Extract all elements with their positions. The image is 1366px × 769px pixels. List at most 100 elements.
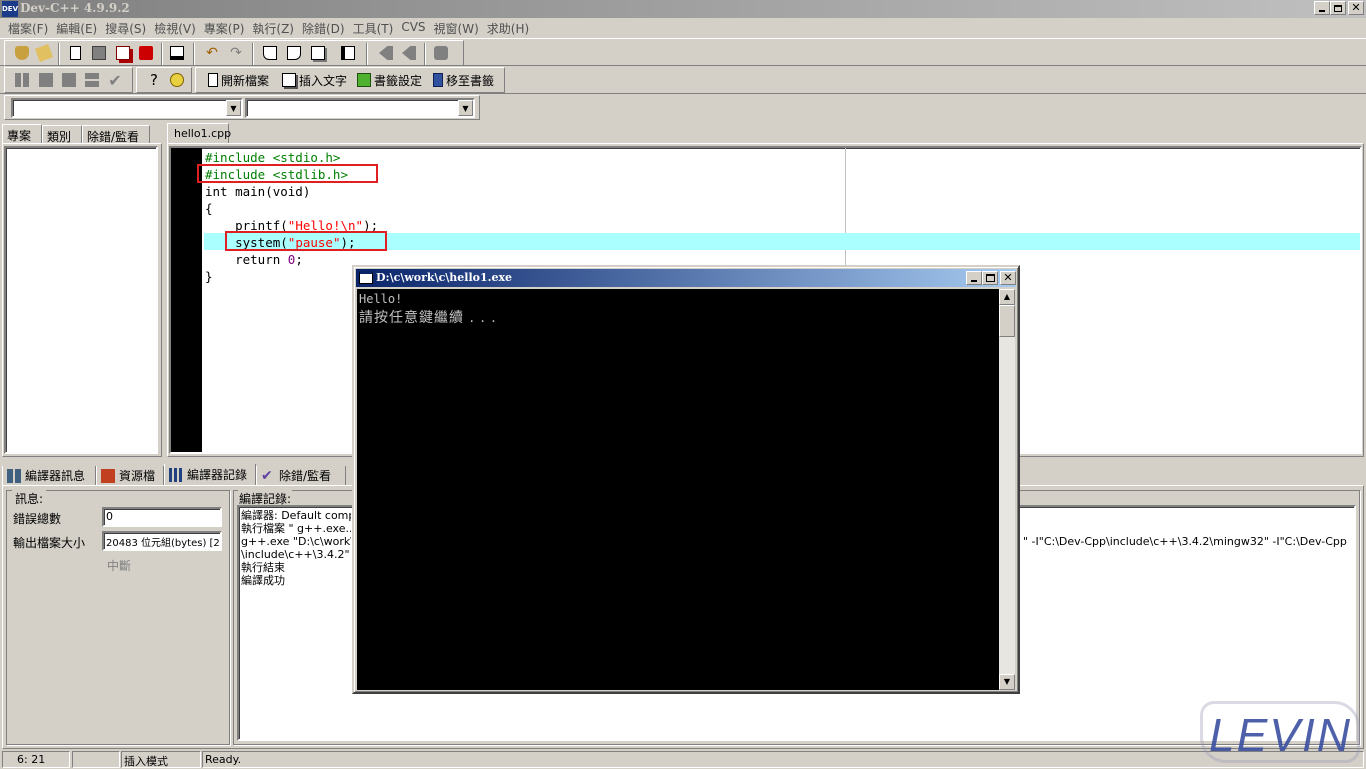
about-icon[interactable] — [166, 69, 188, 91]
help-icon[interactable]: ? — [143, 69, 165, 91]
redo-icon[interactable]: ↷ — [225, 42, 247, 64]
restore-button[interactable] — [1330, 1, 1346, 15]
log-line: 執行結束 — [241, 561, 285, 574]
minimize-icon — [971, 280, 977, 282]
print-icon[interactable] — [166, 42, 188, 64]
minimize-icon — [1319, 10, 1325, 12]
left-tab-2[interactable]: 除錯/監看 — [82, 125, 150, 144]
left-tab-1[interactable]: 類別 — [42, 125, 82, 144]
check-icon: ✔ — [261, 467, 273, 484]
editor-gutter — [171, 148, 202, 452]
restore-icon — [1334, 5, 1342, 12]
project-options-icon[interactable] — [430, 42, 452, 64]
scroll-down-button[interactable]: ▼ — [999, 674, 1015, 690]
menu-item-10[interactable]: 求助(H) — [483, 20, 533, 37]
save-icon[interactable] — [88, 42, 110, 64]
window-title: Dev-C++ 4.9.9.2 — [20, 1, 130, 15]
output-size-field[interactable]: 20483 位元組(bytes) [20 — [102, 531, 222, 551]
menu-item-6[interactable]: 除錯(D) — [298, 20, 349, 37]
rebuild-icon[interactable] — [81, 69, 103, 91]
errors-label: 錯誤總數 — [13, 512, 62, 526]
save-all-icon[interactable] — [112, 42, 134, 64]
annotation-box-stdlib — [197, 164, 378, 183]
menu-item-4[interactable]: 專案(P) — [200, 20, 249, 37]
menu-item-3[interactable]: 檢視(V) — [150, 20, 200, 37]
console-scrollbar[interactable]: ▲ ▼ — [999, 289, 1015, 690]
left-panel: 專案 類別 除錯/監看 — [0, 122, 164, 457]
open-file-icon[interactable] — [33, 42, 55, 64]
chevron-down-icon[interactable]: ▼ — [458, 100, 473, 116]
console-minimize-button[interactable] — [966, 271, 982, 285]
console-output[interactable]: Hello! 請按任意鍵繼續 . . . — [357, 289, 999, 690]
replace-icon[interactable] — [283, 42, 305, 64]
scroll-thumb[interactable] — [999, 305, 1015, 337]
close-button[interactable]: ✕ — [1348, 1, 1364, 15]
close-icon: ✕ — [1003, 271, 1013, 284]
minimize-button[interactable] — [1314, 1, 1330, 15]
bottom-tab-0[interactable]: 編譯器訊息 — [2, 466, 96, 486]
menu-item-2[interactable]: 搜尋(S) — [101, 20, 150, 37]
bottom-tab-3[interactable]: ✔ 除錯/監看 — [256, 466, 346, 486]
goto-bookmark-button[interactable]: 移至書籤 — [433, 69, 494, 91]
console-close-button[interactable]: ✕ — [1000, 271, 1016, 285]
find-next-icon[interactable] — [307, 42, 329, 64]
bottom-tab-2[interactable]: 編譯器記錄 — [164, 464, 256, 486]
status-text: Ready. — [202, 751, 1364, 768]
set-bookmark-button[interactable]: 書籤設定 — [357, 69, 422, 91]
abort-button[interactable]: 中斷 — [107, 557, 131, 574]
menu-item-0[interactable]: 檔案(F) — [4, 20, 52, 37]
log-line: \include\c++\3.4.2" -I" — [241, 548, 351, 561]
find-icon[interactable] — [259, 42, 281, 64]
new-file-button[interactable]: 開新檔案 — [208, 69, 269, 91]
menu-bar: 檔案(F) 編輯(E) 搜尋(S) 檢視(V) 專案(P) 執行(Z) 除錯(D) 工具(T)… — [0, 18, 1366, 38]
console-window[interactable]: D:\c\work\c\hello1.exe ✕ Hello! 請按任意鍵繼續 … — [352, 265, 1020, 694]
console-maximize-button[interactable] — [982, 271, 998, 285]
menu-item-9[interactable]: 視窗(W) — [430, 20, 483, 37]
compile-icon[interactable] — [11, 69, 33, 91]
errors-field[interactable]: 0 — [102, 507, 222, 527]
insert-mode: 插入模式 — [121, 751, 201, 768]
code-line: } — [205, 269, 213, 284]
bookmark-goto-icon — [433, 73, 443, 87]
log-line: g++.exe "D:\c\work\c\ — [241, 535, 351, 548]
remove-from-project-icon[interactable] — [398, 42, 420, 64]
log-line: 執行檔案 " g++.exe..." — [241, 522, 351, 535]
new-file-icon[interactable] — [64, 42, 86, 64]
bottom-tab-1[interactable]: 資源檔 — [96, 466, 164, 486]
menu-item-1[interactable]: 編輯(E) — [52, 20, 101, 37]
bars-icon — [169, 467, 183, 482]
menu-item-8[interactable]: CVS — [397, 20, 429, 37]
console-icon — [359, 271, 373, 284]
goto-line-icon[interactable] — [337, 42, 359, 64]
member-select[interactable]: ▼ — [245, 98, 475, 118]
status-bar: 6: 21 插入模式 Ready. — [0, 750, 1366, 768]
output-size-label: 輸出檔案大小 — [13, 536, 86, 550]
watermark-text: LEVIN — [1209, 709, 1352, 761]
menu-item-7[interactable]: 工具(T) — [349, 20, 398, 37]
scroll-up-button[interactable]: ▲ — [999, 289, 1015, 305]
menu-item-5[interactable]: 執行(Z) — [248, 20, 298, 37]
close-file-icon[interactable] — [135, 42, 157, 64]
maximize-icon — [986, 274, 995, 282]
check-syntax-icon[interactable]: ✔ — [104, 69, 126, 91]
left-tab-0[interactable]: 專案 — [2, 124, 42, 144]
open-project-icon[interactable] — [11, 42, 33, 64]
compile-run-icon[interactable] — [58, 69, 80, 91]
insert-text-button[interactable]: 插入文字 — [282, 69, 347, 91]
main-title-bar: DEV Dev-C++ 4.9.9.2 ✕ — [0, 0, 1366, 18]
messages-group: 訊息: 錯誤總數 0 輸出檔案大小 20483 位元組(bytes) [20 中… — [6, 490, 230, 745]
messages-group-label: 訊息: — [12, 490, 47, 507]
project-tree[interactable] — [4, 146, 158, 454]
add-to-project-icon[interactable] — [375, 42, 397, 64]
code-line: int main(void) — [205, 184, 311, 199]
tab-hello1-cpp[interactable]: hello1.cpp — [167, 123, 231, 144]
grid-icon — [7, 468, 21, 483]
toolbar-main: ↶ ↷ — [0, 38, 1366, 66]
run-icon[interactable] — [35, 69, 57, 91]
console-title-bar: D:\c\work\c\hello1.exe ✕ — [356, 269, 1016, 287]
status-empty — [72, 751, 120, 768]
class-select[interactable]: ▼ — [11, 98, 243, 118]
cursor-position: 6: 21 — [2, 751, 70, 768]
undo-icon[interactable]: ↶ — [201, 42, 223, 64]
chevron-down-icon[interactable]: ▼ — [226, 100, 241, 116]
